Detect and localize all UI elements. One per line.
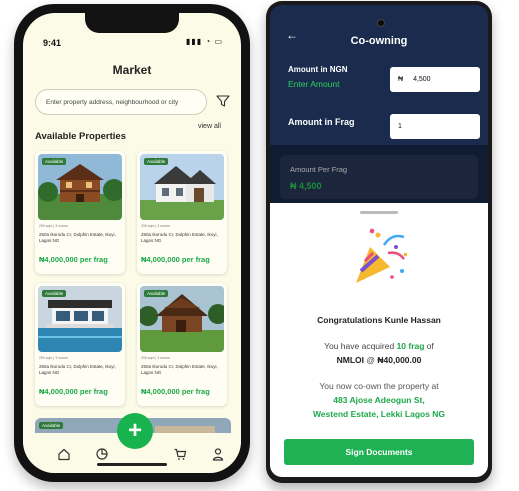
property-image: Available [140, 286, 224, 352]
property-price: ₦4,000,000 per frag [39, 387, 108, 396]
property-meta: 200 sqm | 3 rooms [39, 224, 68, 228]
congrats-title: Congratulations Kunle Hassan [317, 315, 441, 325]
cart-icon[interactable] [173, 447, 187, 461]
property-meta: 200 sqm | 3 rooms [141, 356, 170, 360]
property-address: 250a Ikorodu Cr, Dolphin Estate, Ikoyi, … [141, 232, 218, 243]
property-price: ₦4,000,000 per frag [141, 387, 210, 396]
property-card[interactable]: Available 200 sqm | 3 rooms 250a Ikorodu… [137, 151, 227, 274]
success-sheet: Congratulations Kunle Hassan You have ac… [270, 203, 488, 477]
property-card[interactable]: Available 200 sqm | 3 rooms 250a Ikorodu… [137, 283, 227, 406]
portfolio-icon[interactable] [95, 447, 109, 461]
frag-value: 1 [398, 123, 402, 130]
home-icon[interactable] [57, 447, 71, 461]
add-button[interactable]: + [117, 413, 153, 449]
amount-input[interactable]: ₦ 4,500 [390, 67, 480, 92]
status-icons: ▮▮▮ ◔ ▭ [186, 37, 223, 46]
amount-label: Amount in NGN [288, 65, 348, 74]
section-title: Available Properties [35, 131, 126, 142]
acquired-prefix: You have acquired [324, 341, 397, 351]
camera [377, 19, 385, 27]
property-card[interactable]: Available 200 sqm | 3 rooms 250a Ikorodu… [35, 283, 125, 406]
sign-documents-button[interactable]: Sign Documents [284, 439, 474, 465]
acquired-of: of [424, 341, 434, 351]
property-image: Available [140, 154, 224, 220]
search-input[interactable]: Enter property address, neighbourhood or… [35, 89, 207, 115]
battery-icon: ▭ [214, 37, 223, 46]
status-badge: Available [144, 158, 169, 165]
at-symbol: @ [364, 355, 378, 365]
party-popper-icon [356, 228, 407, 283]
property-address: 250a Ikorodu Cr, Dolphin Estate, Ikoyi, … [39, 232, 116, 243]
page-title: Co-owning [350, 35, 408, 47]
status-badge: Available [42, 158, 67, 165]
amount-value: 4,500 [413, 76, 431, 83]
acquired-price: ₦40,000.00 [377, 355, 422, 365]
property-image: Available [38, 154, 122, 220]
status-badge: Available [42, 290, 67, 297]
signal-icon: ▮▮▮ [185, 37, 203, 46]
property-image: Available [38, 286, 122, 352]
status-badge: Available [39, 422, 64, 429]
page-title: Market [112, 63, 152, 77]
property-address-line2: Westend Estate, Lekki Lagos NG [312, 409, 446, 419]
acquired-amount: 10 frag [396, 341, 425, 351]
status-badge: Available [144, 290, 169, 297]
filter-icon[interactable] [216, 94, 230, 108]
property-card[interactable]: Available 200 sqm | 3 rooms 250a Ikorodu… [35, 151, 125, 274]
acquired-text: You have acquired 10 frag of [270, 341, 488, 351]
co-own-text: You now co-own the property at [319, 381, 439, 391]
frag-label: Amount in Frag [288, 117, 355, 127]
property-address: 250a Ikorodu Cr, Dolphin Estate, Ikoyi, … [39, 364, 116, 375]
property-address-line1: 483 Ajose Adeogun St, [333, 395, 425, 405]
property-meta: 200 sqm | 3 rooms [39, 356, 68, 360]
property-code: NMLOI [336, 355, 365, 365]
view-all-link[interactable]: view all [198, 123, 221, 130]
showcase: 9:41 ▮▮▮ ◔ ▭ Market Enter property addre… [0, 0, 519, 491]
profile-icon[interactable] [211, 447, 225, 461]
android-frame: ← Co-owning Amount in NGN Enter Amount ₦… [266, 1, 492, 483]
property-price: ₦4,000,000 per frag [141, 255, 210, 264]
status-time: 9:41 [43, 38, 62, 48]
home-indicator [97, 463, 167, 466]
wifi-icon: ◔ [205, 37, 212, 46]
market-screen: 9:41 ▮▮▮ ◔ ▭ Market Enter property addre… [23, 13, 241, 473]
acquired-property: NMLOI @ ₦40,000.00 [270, 355, 488, 365]
sheet-handle[interactable] [360, 211, 398, 214]
property-address: 250a Ikorodu Cr, Dolphin Estate, Ikoyi, … [141, 364, 218, 375]
currency-symbol: ₦ [398, 76, 404, 83]
frag-input[interactable]: 1 [390, 114, 480, 139]
iphone-frame: 9:41 ▮▮▮ ◔ ▭ Market Enter property addre… [14, 4, 250, 482]
property-meta: 200 sqm | 3 rooms [141, 224, 170, 228]
property-price: ₦4,000,000 per frag [39, 255, 108, 264]
co-owning-screen: ← Co-owning Amount in NGN Enter Amount ₦… [270, 5, 488, 477]
notch [85, 13, 179, 33]
amount-hint: Enter Amount [288, 79, 340, 89]
